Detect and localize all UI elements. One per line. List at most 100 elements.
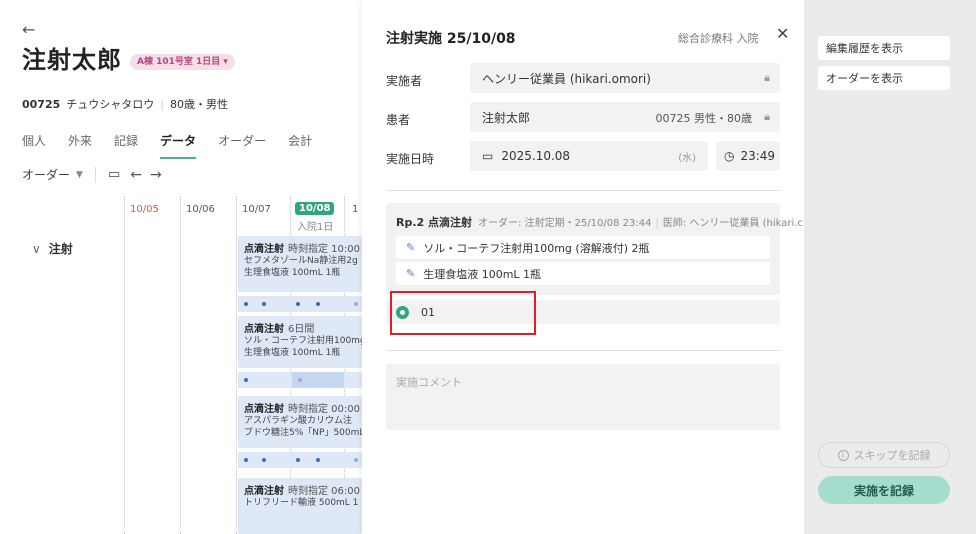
clock-icon: ◷ [724,149,735,163]
order-sub: 6日間 [288,324,315,335]
order-title-row: 点滴注射 時刻指定 06:00 [244,482,360,497]
patient-name: 注射太郎 [22,46,122,74]
patient-panel: ← 注射太郎 A棟 101号室 1日目 ▾ 00725 チュウシャタロウ | 80歳・男… [0,0,362,534]
dose-dot[interactable] [296,302,300,306]
time-field[interactable]: ◷ 23:49 [716,141,780,171]
order-title-row: 点滴注射 時刻指定 00:00 [244,400,360,415]
divider [94,166,96,183]
patient-meta: 00725 男性・80歳 [655,112,753,125]
lock-icon: 🔒︎ [764,110,770,123]
category-label[interactable]: ∨ 注射 [32,240,73,257]
order-card[interactable]: 点滴注射 6日間 ソル・コーテフ注射用100mg 生理食塩液 100mL 1瓶 [238,316,362,368]
dose-dot[interactable] [244,302,248,306]
order-card[interactable]: 点滴注射 時刻指定 06:00 トリフリード輸液 500mL 1 [238,478,362,534]
tab-records[interactable]: 記録 [114,132,138,159]
day-label: 1 [352,204,359,215]
dose-dot[interactable] [262,458,266,462]
order-title-row: 点滴注射 6日間 [244,320,356,335]
order-filter-bar: オーダー ▼ ▭ ← → [22,166,170,183]
drug-item: ✎ 生理食塩液 100mL 1瓶 [396,262,770,286]
prescription-header: Rp.2 点滴注射 オーダー: 注射定期・25/10/08 23:44 | 医師: ヘ… [396,214,803,230]
divider: | [160,98,164,111]
day-label: 10/06 [186,204,215,215]
dose-dots-row [238,296,362,312]
dialog-title: 注射実施 25/10/08 [386,31,516,47]
divider [386,190,780,191]
tab-outpatient[interactable]: 外来 [68,132,92,159]
patient-value: 注射太郎 [482,110,531,125]
ward-badge-label: A棟 101号室 1日目 [137,57,221,67]
show-order-button[interactable]: オーダーを表示 [818,66,950,90]
dose-dots-row [238,452,362,468]
dose-dot[interactable] [316,458,320,462]
order-sub: 時刻指定 10:00 [288,244,360,255]
calendar-icon: ▭ [482,149,494,163]
injection-record-dialog: 注射実施 25/10/08 総合診療科 入院 ✕ 実施者 ヘンリー従業員 (hi… [362,0,804,534]
day-column [180,196,181,534]
date-value: 2025.10.08 [501,149,571,163]
department-label: 総合診療科 入院 [678,32,759,45]
dose-dots-row [238,372,362,388]
patient-kana: チュウシャタロウ [66,98,155,111]
dose-dot[interactable] [244,458,248,462]
order-info: オーダー: 注射定期・25/10/08 23:44 [478,218,652,229]
dose-dot[interactable] [262,302,266,306]
dose-dot[interactable] [296,458,300,462]
order-card[interactable]: 点滴注射 時刻指定 10:00 セフメタゾールNa静注用2g 生理食塩液 100m… [238,236,362,292]
ward-badge[interactable]: A棟 101号室 1日目 ▾ [130,54,235,70]
date-label: 実施日時 [386,152,435,166]
syringe-icon: ✎ [406,241,416,254]
order-line: ソル・コーテフ注射用100mg [244,336,362,346]
comment-input[interactable]: 実施コメント [386,364,780,430]
dose-dot[interactable] [316,302,320,306]
highlight-box [390,291,536,335]
order-card[interactable]: 点滴注射 時刻指定 00:00 アスパラギン酸カリウム注 ブドウ糖注5%「NP」5… [238,396,362,448]
today-badge: 10/08 [295,202,335,215]
dose-dot[interactable] [354,458,358,462]
order-sub: 時刻指定 00:00 [288,404,360,415]
day-label: 10/07 [242,204,271,215]
chevron-down-icon: ∨ [32,242,41,256]
show-history-button[interactable]: 編集履歴を表示 [818,36,950,60]
date-field[interactable]: ▭ 2025.10.08 (水) [470,141,708,171]
drug-item: ✎ ソル・コーテフ注射用100mg (溶解液付) 2瓶 [396,236,770,260]
dose-dot[interactable] [244,378,248,382]
order-title: 点滴注射 [244,486,284,497]
order-sub: 時刻指定 06:00 [288,486,360,497]
order-line: 生理食塩液 100mL 1瓶 [244,268,341,278]
tab-orders[interactable]: オーダー [218,132,266,159]
order-line: ブドウ糖注5%「NP」500mL [244,428,362,438]
divider [386,350,780,351]
patient-age-sex: 80歳・男性 [170,98,228,111]
arrow-left-icon[interactable]: ← [130,167,142,183]
order-line: アスパラギン酸カリウム注 [244,416,353,426]
prescription-panel: Rp.2 点滴注射 オーダー: 注射定期・25/10/08 23:44 | 医師: ヘ… [386,203,803,295]
order-title-row: 点滴注射 時刻指定 10:00 [244,240,360,255]
action-sidebar: 編集履歴を表示 オーダーを表示 i スキップを記録 実施を記録 [804,0,976,534]
dose-dot[interactable] [298,378,302,382]
chevron-down-icon[interactable]: ▼ [76,170,83,180]
dose-dot[interactable] [354,302,358,306]
syringe-icon: ✎ [406,267,416,280]
arrow-right-icon[interactable]: → [150,167,162,183]
close-icon[interactable]: ✕ [776,24,789,43]
category-name: 注射 [48,242,73,256]
lock-icon: 🔒︎ [764,71,770,84]
order-line: トリフリード輸液 500mL 1 [244,498,359,508]
patient-id: 00725 [22,98,61,111]
executor-field: ヘンリー従業員 (hikari.omori) 🔒︎ [470,63,780,93]
day-column [236,196,237,534]
tab-data[interactable]: データ [160,132,197,159]
order-line: セフメタゾールNa静注用2g [244,256,358,266]
patient-field: 注射太郎 00725 男性・80歳 🔒︎ [470,102,780,132]
calendar-icon[interactable]: ▭ [108,167,120,182]
order-filter-select[interactable]: オーダー [22,166,70,183]
back-arrow-icon[interactable]: ← [22,20,35,39]
skip-button[interactable]: i スキップを記録 [818,442,950,468]
patient-label: 患者 [386,113,411,127]
executor-value: ヘンリー従業員 (hikari.omori) [482,71,651,86]
doctor-info: 医師: ヘンリー従業員 (hikari.c [662,218,803,229]
tab-personal[interactable]: 個人 [22,132,46,159]
submit-button[interactable]: 実施を記録 [818,476,950,504]
tab-billing[interactable]: 会計 [288,132,312,159]
